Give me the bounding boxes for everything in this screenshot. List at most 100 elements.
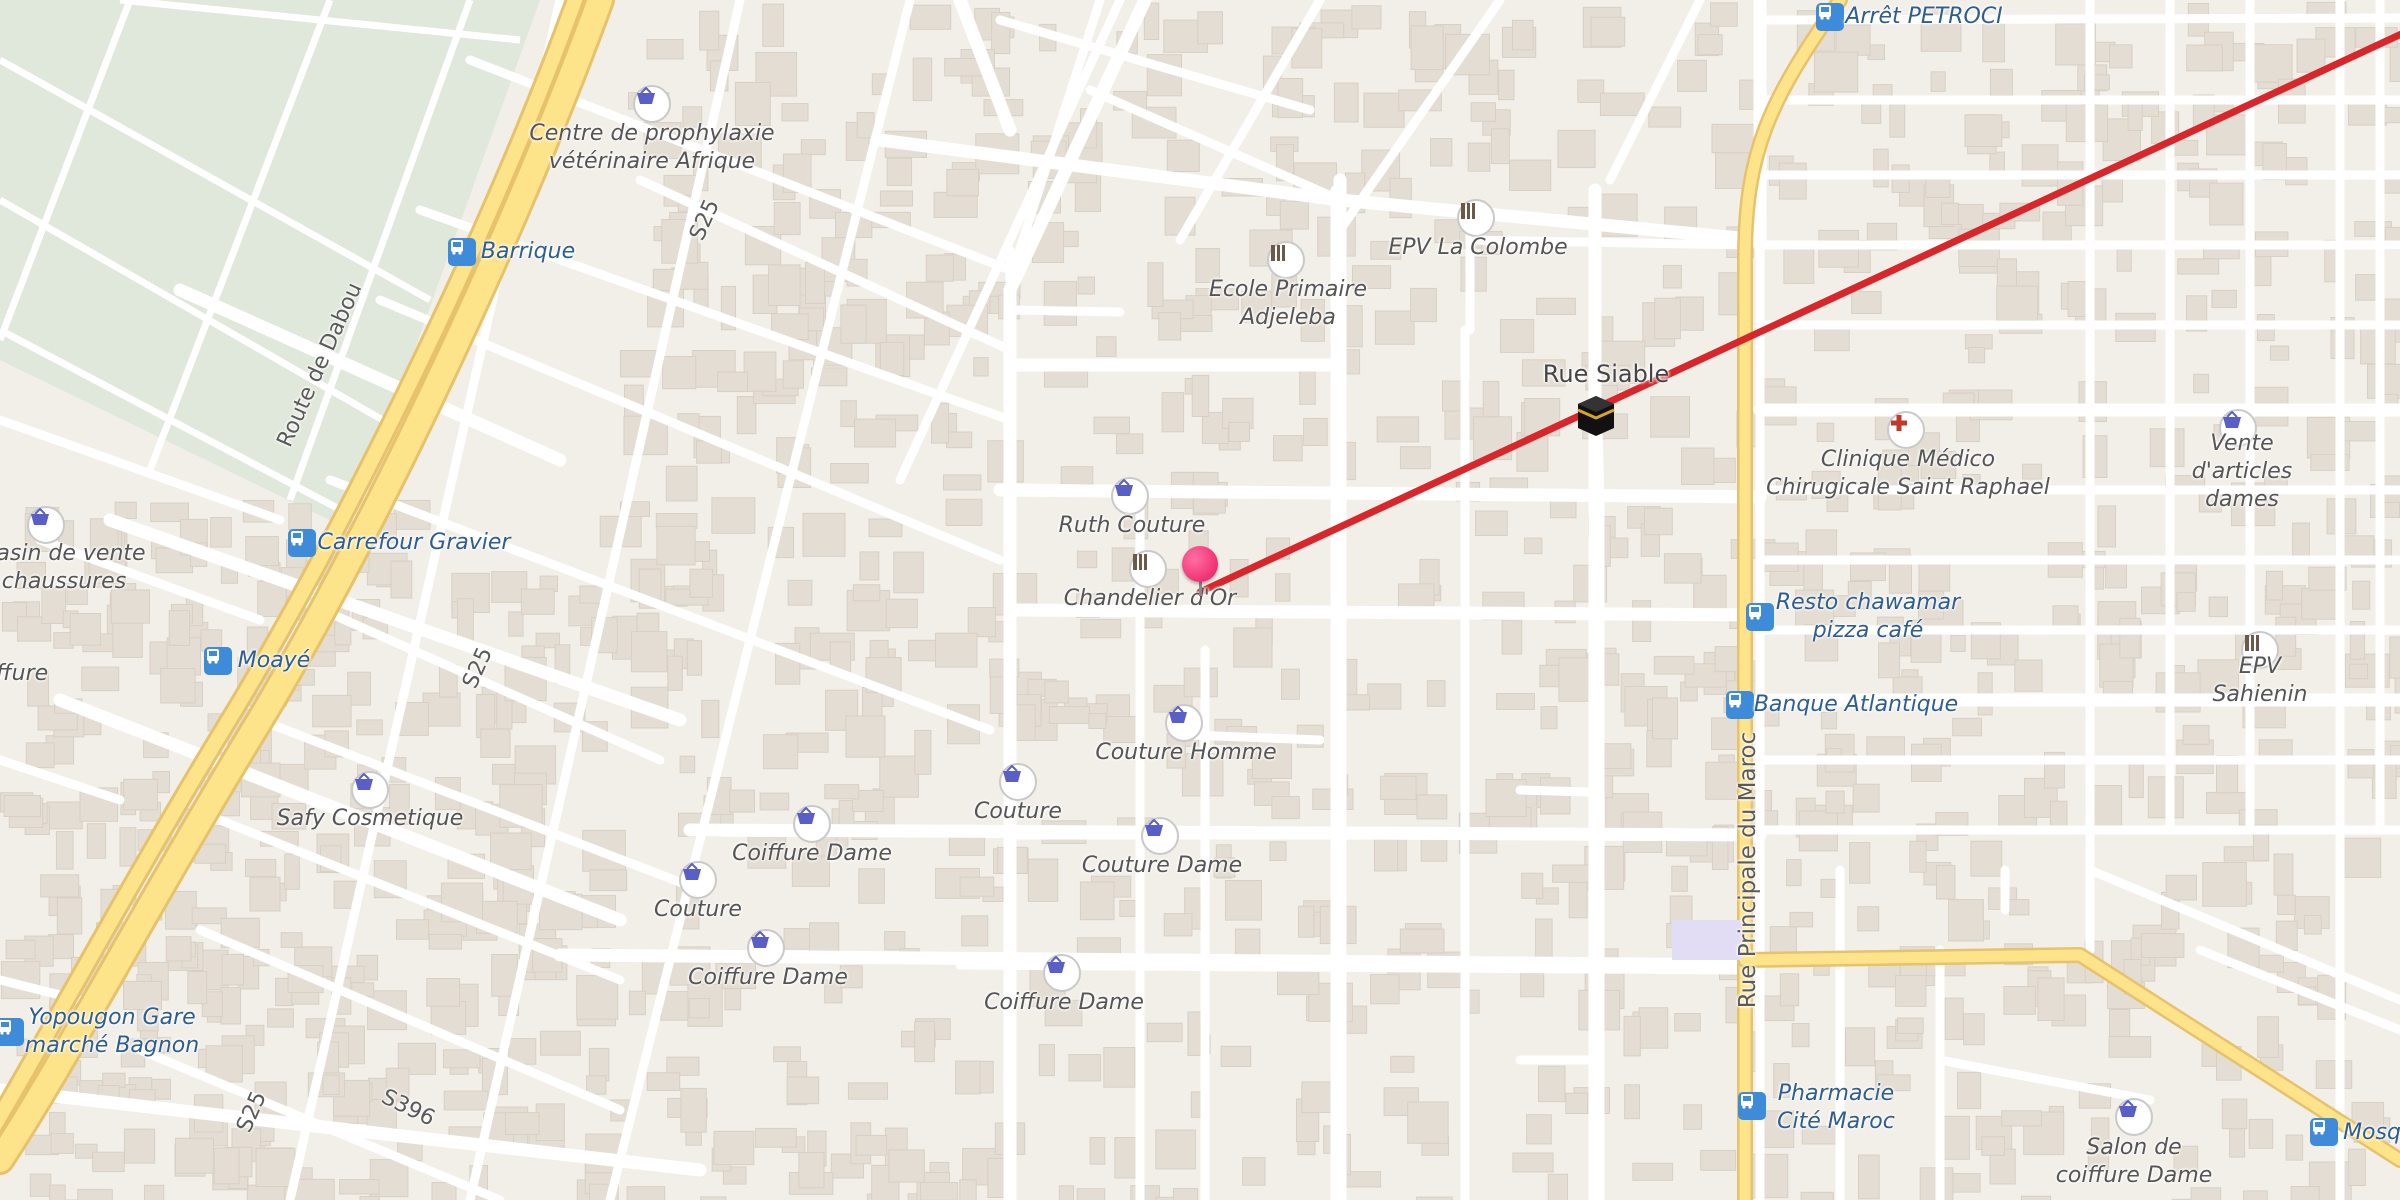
- building: [2021, 144, 2059, 187]
- building: [688, 998, 710, 1019]
- shop-basket-icon[interactable]: [2115, 1098, 2153, 1136]
- poi-label[interactable]: Moayé: [238, 647, 310, 675]
- shop-basket-icon[interactable]: [1111, 477, 1149, 515]
- bus-stop-icon[interactable]: [2310, 1118, 2338, 1146]
- building: [1711, 123, 1755, 154]
- poi-label[interactable]: Safy Cosmetique: [277, 805, 464, 833]
- building: [2097, 505, 2117, 548]
- building: [2355, 274, 2380, 301]
- building: [1936, 864, 1956, 900]
- building: [805, 261, 826, 304]
- building: [1298, 905, 1315, 938]
- building: [667, 655, 683, 691]
- building: [662, 356, 697, 390]
- building: [1538, 1065, 1566, 1103]
- shop-basket-icon[interactable]: [999, 763, 1037, 801]
- poi-label[interactable]: Couture: [654, 896, 742, 924]
- building: [123, 1128, 156, 1164]
- building: [1878, 642, 1900, 679]
- poi-label[interactable]: Clinique Médico Chirugicale Saint Raphae…: [1766, 446, 2050, 502]
- poi-label[interactable]: Couture Dame: [1082, 852, 1242, 880]
- school-icon[interactable]: [1129, 550, 1167, 588]
- building: [909, 4, 952, 30]
- building: [686, 640, 703, 676]
- poi-label[interactable]: EPV Sahienin: [2190, 653, 2330, 709]
- poi-label[interactable]: Ruth Couture: [1059, 512, 1206, 540]
- shop-basket-icon[interactable]: [1165, 704, 1203, 742]
- clinic-cross-icon[interactable]: [1887, 411, 1925, 449]
- poi-label[interactable]: Banque Atlantique: [1754, 691, 1958, 719]
- map-view[interactable]: Route de Dabou Rue Principale du Maroc S…: [0, 0, 2400, 1200]
- bus-stop-icon[interactable]: [448, 238, 476, 266]
- building: [856, 112, 875, 139]
- shop-basket-icon[interactable]: [1141, 817, 1179, 855]
- shop-basket-icon[interactable]: [679, 861, 717, 899]
- poi-label[interactable]: Centre de prophylaxie vétérinaire Afriqu…: [529, 120, 774, 176]
- poi-label[interactable]: ffure: [0, 660, 48, 688]
- poi-label[interactable]: Coiffure Dame: [732, 840, 892, 868]
- school-icon[interactable]: [1457, 199, 1495, 237]
- building: [1700, 1149, 1737, 1171]
- building: [2221, 1098, 2248, 1130]
- building: [679, 755, 696, 774]
- building: [2001, 1110, 2042, 1127]
- building: [920, 1182, 959, 1200]
- poi-label[interactable]: Barrique: [481, 238, 575, 266]
- bus-stop-icon[interactable]: [1816, 3, 1844, 31]
- poi-label[interactable]: Mosq: [2343, 1119, 2400, 1147]
- poi-label[interactable]: Arrêt PETROCI: [1845, 3, 2002, 31]
- building: [46, 801, 83, 830]
- poi-label[interactable]: Resto chawamar pizza café: [1776, 589, 1960, 645]
- shop-basket-icon[interactable]: [747, 929, 785, 967]
- poi-label[interactable]: Pharmacie Cité Maroc: [1777, 1080, 1895, 1136]
- shop-basket-icon[interactable]: [1043, 954, 1081, 992]
- bus-stop-icon[interactable]: [288, 529, 316, 557]
- building: [2301, 587, 2338, 620]
- poi-label[interactable]: Ecole Primaire Adjeleba: [1209, 276, 1367, 332]
- poi-label[interactable]: gasin de vente chaussures: [0, 540, 146, 596]
- poi-label[interactable]: Chandelier d'Or: [1064, 585, 1236, 613]
- poi-label[interactable]: Coiffure Dame: [688, 964, 848, 992]
- building: [959, 1179, 977, 1200]
- location-pin-icon[interactable]: [1182, 546, 1218, 582]
- building: [504, 1112, 540, 1135]
- bus-stop-icon[interactable]: [204, 647, 232, 675]
- building: [165, 936, 192, 962]
- bus-stop-icon[interactable]: [1726, 691, 1754, 719]
- building: [729, 789, 755, 813]
- shop-basket-icon[interactable]: [793, 805, 831, 843]
- poi-label[interactable]: Carrefour Gravier: [318, 529, 511, 557]
- poi-label[interactable]: EPV La Colombe: [1388, 234, 1567, 262]
- bus-stop-icon[interactable]: [1746, 603, 1774, 631]
- bus-stop-icon[interactable]: [0, 1018, 24, 1046]
- building: [855, 1134, 888, 1156]
- building: [1376, 416, 1420, 443]
- poi-label[interactable]: Vente d'articles dames: [2163, 430, 2321, 514]
- building: [119, 827, 137, 867]
- building: [1096, 336, 1117, 357]
- poi-label[interactable]: Couture: [974, 798, 1062, 826]
- building: [1163, 913, 1193, 937]
- poi-label[interactable]: Yopougon Gare marché Bagnon: [25, 1004, 199, 1060]
- shop-basket-icon[interactable]: [351, 771, 389, 809]
- building: [245, 536, 279, 567]
- building: [2128, 759, 2144, 799]
- building: [426, 978, 461, 1007]
- shop-basket-icon[interactable]: [27, 506, 65, 544]
- building: [845, 715, 886, 758]
- building: [3, 795, 42, 817]
- poi-label[interactable]: Salon de coiffure Dame: [2056, 1134, 2212, 1190]
- poi-label[interactable]: Coiffure Dame: [984, 989, 1144, 1017]
- building: [1482, 380, 1500, 418]
- poi-label[interactable]: Couture Homme: [1095, 739, 1276, 767]
- school-icon[interactable]: [1267, 241, 1305, 279]
- building: [1981, 1136, 2005, 1156]
- building: [586, 1075, 607, 1095]
- building: [1638, 1007, 1669, 1049]
- mosque-kaaba-icon[interactable]: [1572, 390, 1620, 438]
- shop-basket-icon[interactable]: [633, 85, 671, 123]
- poi-label[interactable]: Rue Siable: [1543, 360, 1669, 388]
- bus-stop-icon[interactable]: [1738, 1092, 1766, 1120]
- building: [699, 10, 720, 51]
- building: [2349, 663, 2369, 680]
